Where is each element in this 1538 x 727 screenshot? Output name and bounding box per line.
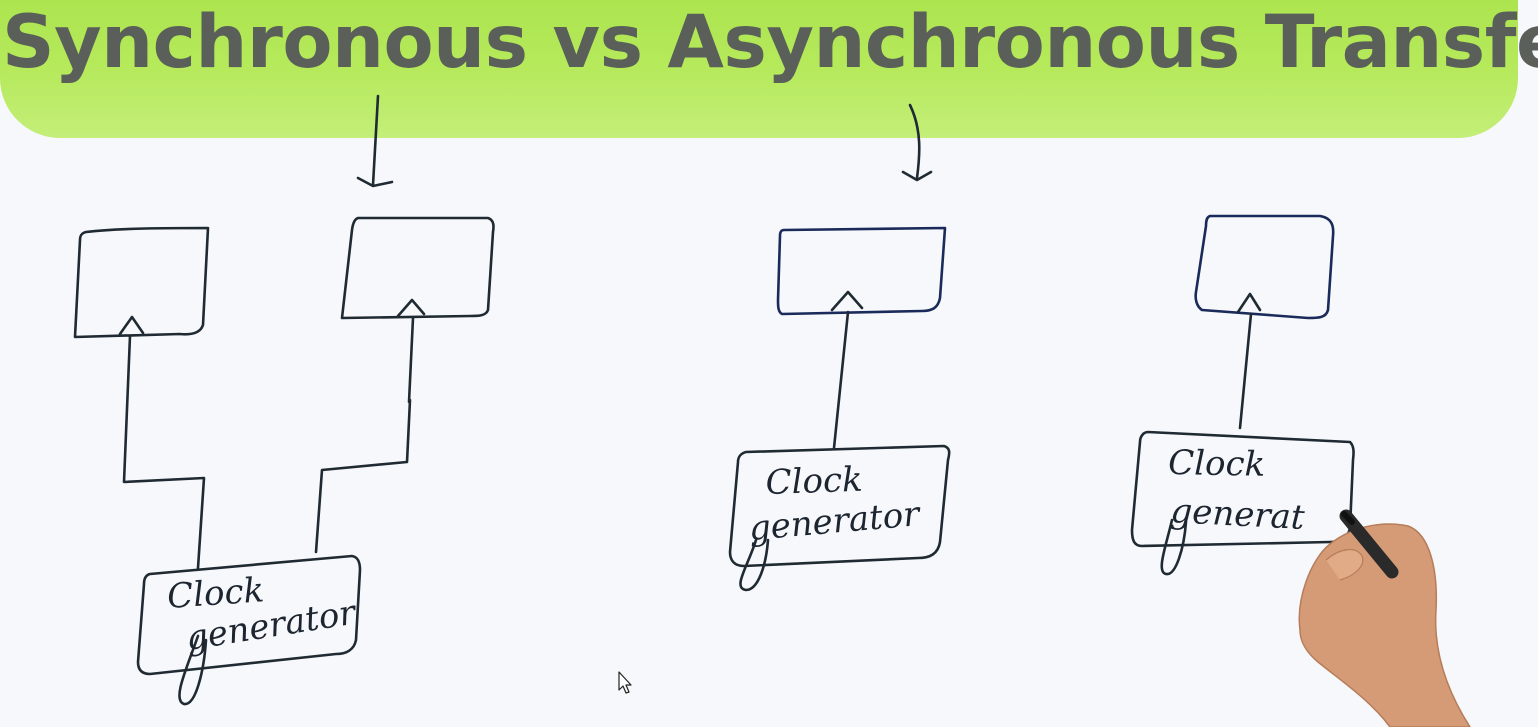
- presenter-hand: [1298, 509, 1471, 727]
- whiteboard: Synchronous vs Asynchronous Transfer Clo…: [0, 0, 1538, 727]
- async-register-a: [776, 226, 947, 450]
- hand-drawn-diagram: Clock generator Clock generator Clock ge…: [73, 94, 1471, 727]
- async-a-clock-label-line1: Clock: [765, 460, 863, 503]
- arrow-to-asynchronous: [901, 103, 933, 182]
- async-b-clock-label-line1: Clock: [1168, 443, 1266, 485]
- sync-register-1: [73, 226, 210, 339]
- async-b-clock-label-line2: generat: [1170, 491, 1306, 538]
- sync-clock-wires: [122, 316, 415, 570]
- async-register-b: [1194, 214, 1335, 430]
- sync-clock-generator-box: Clock generator: [136, 554, 362, 706]
- arrow-to-synchronous: [356, 94, 394, 188]
- sync-register-2: [340, 216, 495, 320]
- async-clock-generator-a-box: Clock generator: [728, 444, 951, 592]
- mouse-cursor-icon: [618, 671, 632, 694]
